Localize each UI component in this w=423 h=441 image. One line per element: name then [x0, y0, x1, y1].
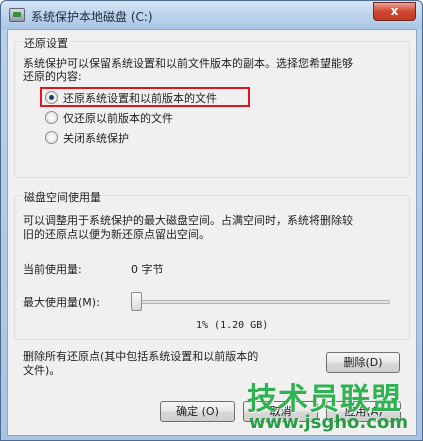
current-usage-value: 0 字节 [131, 263, 164, 276]
radio-restore-files-only[interactable] [45, 111, 58, 124]
option-restore-system-and-files-label[interactable]: 还原系统设置和以前版本的文件 [63, 90, 217, 106]
max-usage-slider-track[interactable] [132, 300, 390, 304]
watermark-url: www.jsgho.com [249, 412, 409, 433]
disk-usage-description-line2: 旧的还原点以便为新还原点留出空间。 [23, 228, 210, 241]
window-title: 系统保护本地磁盘 (C:) [31, 10, 153, 24]
restore-description-line2: 还原的内容: [23, 70, 82, 83]
title-bar[interactable]: 系统保护本地磁盘 (C:) x [1, 1, 422, 29]
disk-usage-title: 磁盘空间使用量 [22, 189, 103, 205]
ok-button[interactable]: 确定 (O) [160, 401, 235, 422]
max-usage-label: 最大使用量(M): [23, 296, 100, 309]
max-usage-readout: 1% (1.20 GB) [196, 320, 269, 331]
drive-icon [9, 8, 25, 22]
radio-turn-off-protection[interactable] [45, 131, 58, 144]
close-button[interactable]: x [373, 2, 416, 21]
dialog-window: 系统保护本地磁盘 (C:) x 还原设置 系统保护可以保留系统设置和以前文件版本… [0, 0, 423, 441]
current-usage-label: 当前使用量: [23, 263, 82, 276]
option-turn-off-protection-label[interactable]: 关闭系统保护 [63, 130, 129, 146]
delete-description-line2: 文件)。 [23, 364, 61, 377]
delete-button[interactable]: 删除(D) [326, 352, 400, 373]
max-usage-slider-thumb[interactable] [131, 292, 143, 311]
option-restore-files-only-label[interactable]: 仅还原以前版本的文件 [63, 110, 173, 126]
restore-settings-title: 还原设置 [22, 35, 70, 51]
radio-restore-system-and-files[interactable] [45, 91, 58, 104]
